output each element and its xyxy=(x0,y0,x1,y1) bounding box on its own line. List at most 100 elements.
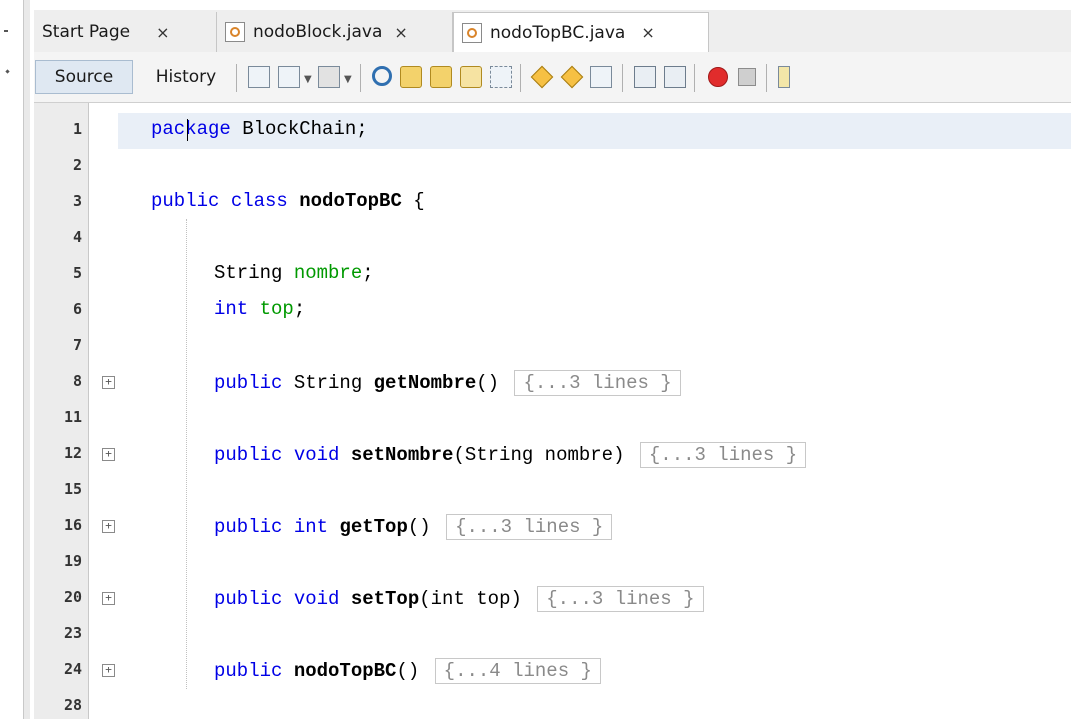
field-name: nombre xyxy=(293,262,363,284)
code-editor[interactable]: 1 2 3 4 5 6 7 8 11 12 15 16 19 20 23 24 … xyxy=(34,103,1071,719)
editor-tab-bar: Start Page × nodoBlock.java × nodoTopBC.… xyxy=(34,10,1071,53)
method-name: setTop xyxy=(350,588,420,610)
find-next-icon[interactable] xyxy=(430,66,452,88)
code-params: () xyxy=(396,660,420,682)
shift-right-icon[interactable] xyxy=(664,66,686,88)
find-icon[interactable] xyxy=(372,66,392,86)
toolbar-separator xyxy=(766,64,767,92)
code-text: { xyxy=(401,190,425,212)
expand-fold-icon[interactable]: + xyxy=(102,520,115,533)
expand-fold-icon[interactable]: + xyxy=(102,592,115,605)
start-macro-recording-icon[interactable] xyxy=(708,67,728,87)
method-name: getNombre xyxy=(373,372,477,394)
tab-label: nodoBlock.java xyxy=(253,22,383,42)
code-type: String xyxy=(214,262,283,284)
toolbar-separator xyxy=(360,64,361,92)
line-number-gutter: 1 2 3 4 5 6 7 8 11 12 15 16 19 20 23 24 … xyxy=(34,103,89,719)
editor-toolbar: Source History ▼ ▼ xyxy=(34,52,1071,103)
close-icon[interactable]: × xyxy=(394,23,407,42)
next-bookmark-icon[interactable] xyxy=(560,65,584,89)
code-line-12[interactable]: public void setNombre(String nombre) {..… xyxy=(214,442,807,468)
line-number: 2 xyxy=(72,156,82,174)
class-name: nodoTopBC xyxy=(299,190,402,212)
code-text: ; xyxy=(293,298,306,320)
collapsed-code-block[interactable]: {...4 lines } xyxy=(434,658,601,684)
line-number: 3 xyxy=(72,192,82,210)
code-keyword: public xyxy=(214,660,283,682)
tab-nodoblock-java[interactable]: nodoBlock.java × xyxy=(217,12,453,52)
collapsed-code-block[interactable]: {...3 lines } xyxy=(514,370,681,396)
line-number: 16 xyxy=(63,516,82,534)
code-type: String xyxy=(282,372,374,394)
line-number: 1 xyxy=(72,120,82,138)
chevron-down-icon[interactable]: ▼ xyxy=(304,74,312,85)
code-line-5[interactable]: String nombre; xyxy=(214,262,374,284)
code-line-6[interactable]: int top; xyxy=(214,298,305,320)
code-text: BlockChain; xyxy=(230,118,368,140)
code-params: (String nombre) xyxy=(453,444,625,466)
chevron-down-icon[interactable]: ▼ xyxy=(344,74,352,85)
line-number: 23 xyxy=(63,624,82,642)
line-number: 11 xyxy=(63,408,82,426)
line-number: 24 xyxy=(63,660,82,678)
previous-bookmark-icon[interactable] xyxy=(530,65,554,89)
last-edit-icon[interactable] xyxy=(248,66,270,88)
field-name: top xyxy=(259,298,294,320)
code-keyword: public class xyxy=(151,190,288,212)
code-keyword: package xyxy=(151,118,231,140)
close-icon[interactable]: × xyxy=(156,23,169,42)
line-number: 28 xyxy=(63,696,82,714)
find-previous-icon[interactable] xyxy=(400,66,422,88)
history-button[interactable]: History xyxy=(142,60,230,94)
toolbar-separator xyxy=(694,64,695,92)
panel-splitter[interactable] xyxy=(23,0,30,719)
tab-start-page[interactable]: Start Page × xyxy=(34,12,217,52)
code-params: () xyxy=(407,516,431,538)
constructor-name: nodoTopBC xyxy=(293,660,397,682)
code-keyword: public void xyxy=(214,588,340,610)
stop-macro-recording-icon[interactable] xyxy=(738,68,756,86)
line-number: 7 xyxy=(72,336,82,354)
line-number: 8 xyxy=(72,372,82,390)
forward-icon[interactable] xyxy=(318,66,340,88)
code-line-3[interactable]: public class nodoTopBC { xyxy=(151,190,425,212)
collapsed-code-block[interactable]: {...3 lines } xyxy=(446,514,613,540)
tab-label: Start Page xyxy=(42,22,131,42)
panel-marker xyxy=(4,30,8,32)
source-button[interactable]: Source xyxy=(35,60,133,94)
code-line-24[interactable]: public nodoTopBC() {...4 lines } xyxy=(214,658,601,684)
toggle-highlight-icon[interactable] xyxy=(460,66,482,88)
code-keyword: int xyxy=(214,298,249,320)
java-file-icon xyxy=(225,22,245,42)
text-cursor xyxy=(187,119,188,141)
close-icon[interactable]: × xyxy=(641,23,654,42)
toolbar-separator xyxy=(622,64,623,92)
code-line-16[interactable]: public int getTop() {...3 lines } xyxy=(214,514,613,540)
tab-nodotopbc-java[interactable]: nodoTopBC.java × xyxy=(453,12,709,52)
fold-column xyxy=(89,103,117,719)
line-number: 19 xyxy=(63,552,82,570)
toolbar-separator xyxy=(520,64,521,92)
back-icon[interactable] xyxy=(278,66,300,88)
rectangular-selection-icon[interactable] xyxy=(490,66,512,88)
line-number: 20 xyxy=(63,588,82,606)
collapsed-code-block[interactable]: {...3 lines } xyxy=(639,442,807,468)
line-number: 12 xyxy=(63,444,82,462)
expand-fold-icon[interactable]: + xyxy=(102,664,115,677)
comment-icon[interactable] xyxy=(778,66,790,88)
toggle-bookmark-icon[interactable] xyxy=(590,66,612,88)
code-keyword: public int xyxy=(214,516,329,538)
code-keyword: public xyxy=(214,372,283,394)
shift-left-icon[interactable] xyxy=(634,66,656,88)
code-keyword: public void xyxy=(214,444,340,466)
line-number: 6 xyxy=(72,300,82,318)
collapsed-code-block[interactable]: {...3 lines } xyxy=(537,586,704,612)
code-line-1[interactable]: package BlockChain; xyxy=(151,118,368,140)
code-text: ; xyxy=(362,262,374,284)
line-number: 5 xyxy=(72,264,82,282)
expand-fold-icon[interactable]: + xyxy=(102,448,115,461)
code-line-8[interactable]: public String getNombre() {...3 lines } xyxy=(214,370,681,396)
expand-fold-icon[interactable]: + xyxy=(102,376,115,389)
code-line-20[interactable]: public void setTop(int top) {...3 lines … xyxy=(214,586,704,612)
method-name: getTop xyxy=(339,516,408,538)
